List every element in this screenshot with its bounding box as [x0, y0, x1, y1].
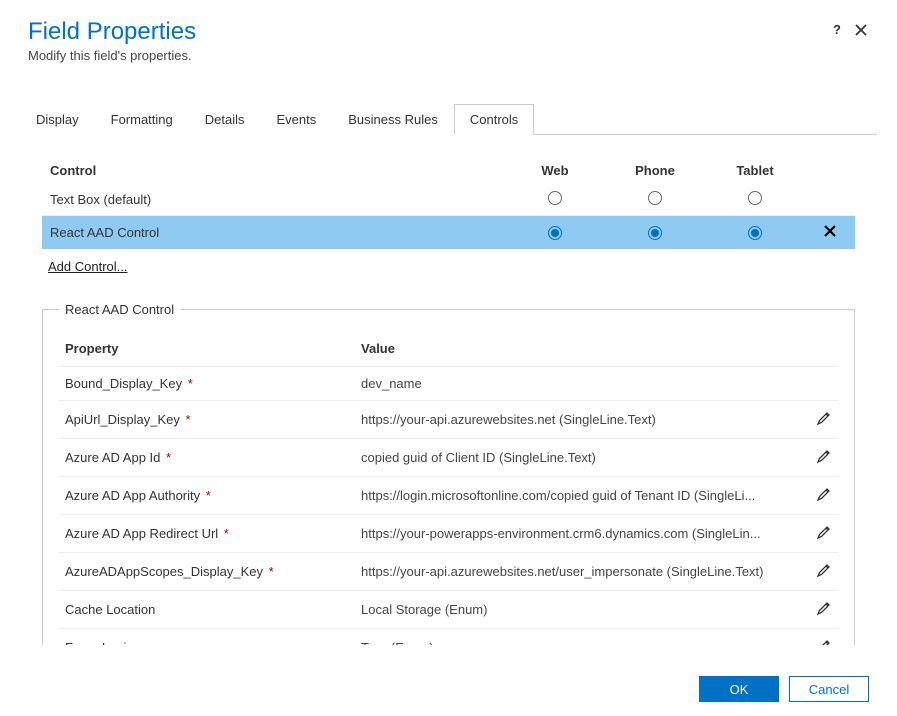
- edit-icon[interactable]: [816, 600, 832, 616]
- property-value: https://your-api.azurewebsites.net (Sing…: [355, 401, 802, 439]
- radio-icon[interactable]: [548, 226, 562, 240]
- edit-icon[interactable]: [816, 638, 832, 645]
- radio-phone[interactable]: [605, 216, 705, 250]
- property-row: AzureADAppScopes_Display_Key *https://yo…: [59, 553, 838, 591]
- col-web: Web: [505, 157, 605, 184]
- property-table: Property Value Bound_Display_Key *dev_na…: [59, 335, 838, 645]
- property-label: Force Login: [59, 629, 355, 646]
- property-label: Azure AD App Redirect Url *: [59, 515, 355, 553]
- col-control: Control: [42, 157, 505, 184]
- col-delete: [805, 157, 855, 184]
- close-icon[interactable]: [853, 22, 869, 41]
- help-icon[interactable]: ?: [833, 22, 841, 37]
- radio-icon[interactable]: [548, 191, 562, 205]
- dialog-subtitle: Modify this field's properties.: [28, 48, 869, 63]
- edit-cell[interactable]: [802, 401, 838, 439]
- radio-web[interactable]: [505, 184, 605, 216]
- control-properties-group: React AAD Control Property Value Bound_D…: [42, 302, 855, 645]
- control-selection-table: Control Web Phone Tablet Text Box (defau…: [42, 157, 855, 249]
- control-row[interactable]: React AAD Control: [42, 216, 855, 250]
- radio-tablet[interactable]: [705, 184, 805, 216]
- tab-controls[interactable]: Controls: [454, 104, 534, 135]
- property-value: https://your-api.azurewebsites.net/user_…: [355, 553, 802, 591]
- col-property: Property: [59, 335, 355, 367]
- edit-cell: [802, 367, 838, 401]
- radio-icon[interactable]: [748, 191, 762, 205]
- required-asterisk: *: [182, 412, 191, 427]
- tab-content-controls: Control Web Phone Tablet Text Box (defau…: [20, 135, 877, 645]
- edit-icon[interactable]: [816, 448, 832, 464]
- dialog-footer: OK Cancel: [699, 676, 869, 702]
- property-row: Azure AD App Id *copied guid of Client I…: [59, 439, 838, 477]
- edit-cell[interactable]: [802, 629, 838, 646]
- property-value: https://your-powerapps-environment.crm6.…: [355, 515, 802, 553]
- radio-phone[interactable]: [605, 184, 705, 216]
- edit-icon[interactable]: [816, 410, 832, 426]
- radio-icon[interactable]: [648, 226, 662, 240]
- property-value: copied guid of Client ID (SingleLine.Tex…: [355, 439, 802, 477]
- remove-icon[interactable]: [822, 223, 838, 239]
- radio-icon[interactable]: [748, 226, 762, 240]
- edit-cell[interactable]: [802, 591, 838, 629]
- ok-button[interactable]: OK: [699, 676, 779, 702]
- edit-cell[interactable]: [802, 553, 838, 591]
- col-edit: [802, 335, 838, 367]
- cancel-button[interactable]: Cancel: [789, 676, 869, 702]
- property-label: Cache Location: [59, 591, 355, 629]
- property-row: Azure AD App Authority *https://login.mi…: [59, 477, 838, 515]
- col-tablet: Tablet: [705, 157, 805, 184]
- control-name: Text Box (default): [42, 184, 505, 216]
- tab-formatting[interactable]: Formatting: [95, 104, 189, 135]
- radio-tablet[interactable]: [705, 216, 805, 250]
- col-phone: Phone: [605, 157, 705, 184]
- property-value: True (Enum): [355, 629, 802, 646]
- property-row: Force LoginTrue (Enum): [59, 629, 838, 646]
- control-row[interactable]: Text Box (default): [42, 184, 855, 216]
- tab-events[interactable]: Events: [261, 104, 333, 135]
- property-label: Bound_Display_Key *: [59, 367, 355, 401]
- required-asterisk: *: [162, 450, 171, 465]
- tab-details[interactable]: Details: [189, 104, 261, 135]
- required-asterisk: *: [184, 376, 193, 391]
- edit-cell[interactable]: [802, 477, 838, 515]
- edit-icon[interactable]: [816, 524, 832, 540]
- property-row: Bound_Display_Key *dev_name: [59, 367, 838, 401]
- property-label: Azure AD App Id *: [59, 439, 355, 477]
- group-legend: React AAD Control: [59, 302, 180, 317]
- required-asterisk: *: [202, 488, 211, 503]
- tab-display[interactable]: Display: [20, 104, 95, 135]
- edit-cell[interactable]: [802, 439, 838, 477]
- property-label: ApiUrl_Display_Key *: [59, 401, 355, 439]
- col-value: Value: [355, 335, 802, 367]
- edit-icon[interactable]: [816, 562, 832, 578]
- radio-icon[interactable]: [648, 191, 662, 205]
- property-value: Local Storage (Enum): [355, 591, 802, 629]
- radio-web[interactable]: [505, 216, 605, 250]
- required-asterisk: *: [265, 564, 274, 579]
- property-label: AzureADAppScopes_Display_Key *: [59, 553, 355, 591]
- tab-business-rules[interactable]: Business Rules: [332, 104, 454, 135]
- control-name: React AAD Control: [42, 216, 505, 250]
- property-value: dev_name: [355, 367, 802, 401]
- tab-strip: DisplayFormattingDetailsEventsBusiness R…: [20, 103, 877, 135]
- edit-icon[interactable]: [816, 486, 832, 502]
- property-row: Cache LocationLocal Storage (Enum): [59, 591, 838, 629]
- dialog-title: Field Properties: [28, 18, 869, 46]
- add-control-link[interactable]: Add Control...: [48, 259, 128, 274]
- required-asterisk: *: [220, 526, 229, 541]
- remove-cell: [805, 184, 855, 216]
- dialog-header: Field Properties Modify this field's pro…: [0, 0, 897, 73]
- property-row: Azure AD App Redirect Url *https://your-…: [59, 515, 838, 553]
- remove-cell[interactable]: [805, 216, 855, 250]
- property-row: ApiUrl_Display_Key *https://your-api.azu…: [59, 401, 838, 439]
- edit-cell[interactable]: [802, 515, 838, 553]
- property-label: Azure AD App Authority *: [59, 477, 355, 515]
- property-value: https://login.microsoftonline.com/copied…: [355, 477, 802, 515]
